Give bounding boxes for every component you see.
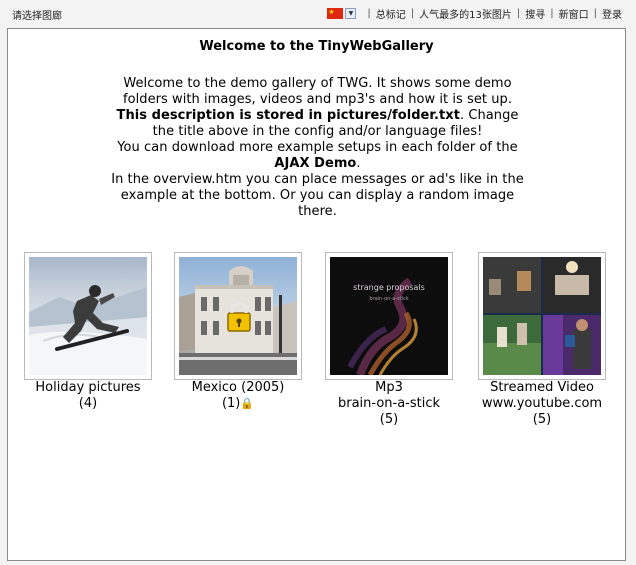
- folder-mp3[interactable]: strange proposals brain-on-a-stick Mp3 b…: [325, 252, 455, 427]
- top-bar: 请选择图廊 ▼ | 总标记 | 人气最多的13张图片 | 搜寻 | 新窗口 | …: [0, 0, 636, 26]
- album-cover: strange proposals brain-on-a-stick: [330, 257, 448, 375]
- page-title: Welcome to the TinyWebGallery: [199, 39, 434, 54]
- folder-thumbnail[interactable]: [24, 252, 152, 380]
- ajax-demo-text: AJAX Demo: [274, 156, 357, 171]
- gallery-frame: Welcome to the TinyWebGallery Welcome to…: [7, 28, 626, 561]
- cover-title: strange proposals: [353, 283, 425, 292]
- video-collage: [483, 257, 601, 375]
- gallery-select-link[interactable]: 请选择图廊: [12, 7, 62, 22]
- nav-tags-link[interactable]: 总标记: [376, 6, 406, 21]
- building-photo: [179, 257, 297, 375]
- folder-name[interactable]: Streamed Video: [438, 380, 636, 396]
- nav-top-images-link[interactable]: 人气最多的13张图片: [419, 6, 512, 21]
- folder-count: (5): [532, 412, 552, 427]
- desc-overview: In the overview.htm you can place messag…: [111, 172, 524, 219]
- folder-count: (1): [221, 396, 241, 411]
- folder-holiday[interactable]: Holiday pictures (4): [24, 252, 154, 411]
- nav-new-window-link[interactable]: 新窗口: [559, 6, 589, 21]
- chevron-down-icon[interactable]: ▼: [345, 8, 357, 19]
- nav-login-link[interactable]: 登录: [602, 6, 622, 21]
- folder-subtitle: www.youtube.com: [481, 396, 603, 411]
- folder-thumbnail[interactable]: [478, 252, 606, 380]
- cover-subtitle: brain-on-a-stick: [369, 296, 408, 302]
- folder-thumbnail[interactable]: strange proposals brain-on-a-stick: [325, 252, 453, 380]
- snowboard-photo: [29, 257, 147, 375]
- top-nav: ▼ | 总标记 | 人气最多的13张图片 | 搜寻 | 新窗口 | 登录: [327, 6, 622, 21]
- gallery-description: Welcome to the demo gallery of TWG. It s…: [111, 76, 524, 219]
- lock-icon: 🔒: [240, 397, 255, 410]
- folder-caption: Streamed Video www.youtube.com (5): [438, 380, 636, 428]
- desc-intro: Welcome to the demo gallery of TWG. It s…: [122, 76, 513, 107]
- folder-video[interactable]: Streamed Video www.youtube.com (5): [478, 252, 608, 427]
- folder-thumbnail[interactable]: [174, 252, 302, 380]
- desc-download: You can download more example setups in …: [117, 140, 518, 155]
- china-flag-icon[interactable]: [327, 6, 344, 19]
- folder-mexico[interactable]: Mexico (2005) (1)🔒: [174, 252, 304, 411]
- desc-bold-note: This description is stored in pictures/f…: [116, 108, 460, 123]
- nav-search-link[interactable]: 搜寻: [525, 6, 545, 21]
